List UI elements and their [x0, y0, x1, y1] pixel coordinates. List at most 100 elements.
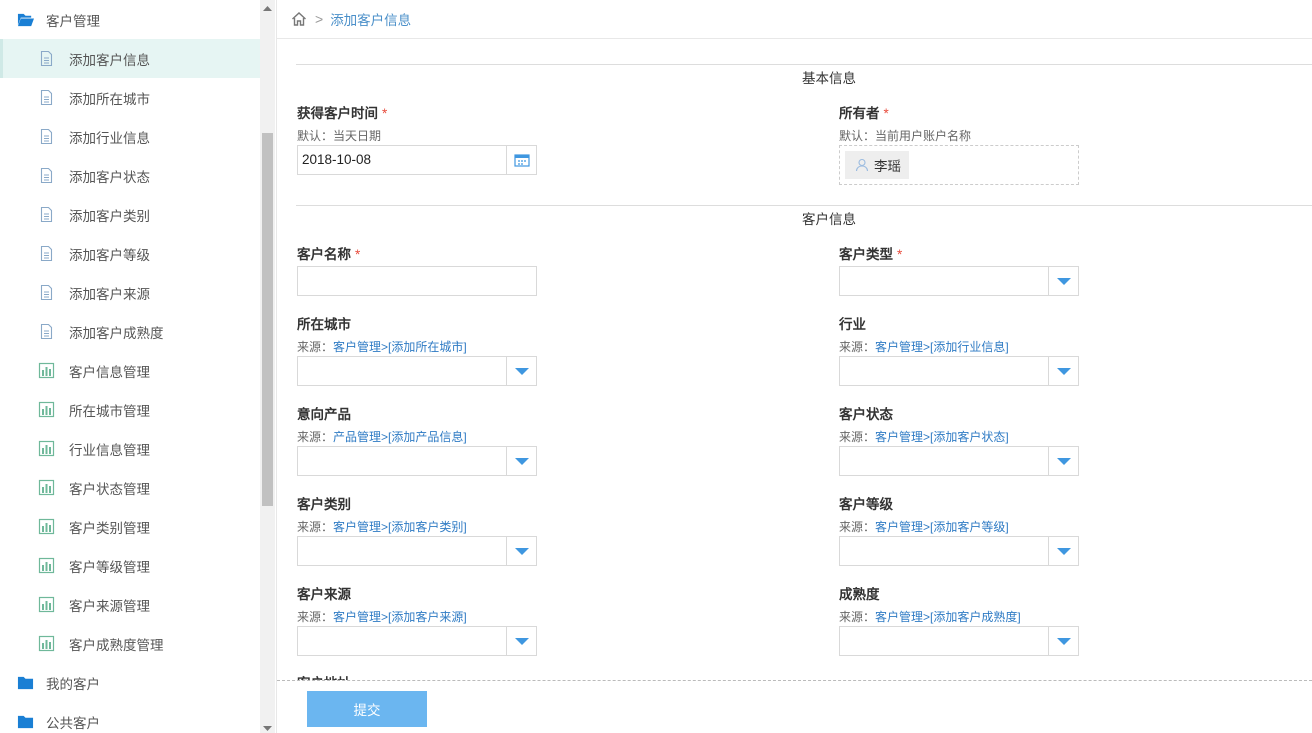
hint-source-link[interactable]: 客户管理>[添加客户成熟度] [875, 610, 1021, 624]
document-icon [40, 206, 53, 223]
folder-open-icon [17, 13, 34, 27]
dropdown-button[interactable] [506, 627, 536, 655]
category-select[interactable] [297, 536, 537, 566]
customer-name-input[interactable] [297, 266, 537, 296]
dropdown-button[interactable] [1048, 357, 1078, 385]
sidebar-item[interactable]: 客户类别管理 [0, 507, 260, 546]
hint-prefix: 来源： [839, 430, 876, 444]
sidebar-item[interactable]: 客户来源管理 [0, 585, 260, 624]
bar-chart-icon [38, 557, 55, 574]
home-icon[interactable] [291, 11, 307, 27]
scroll-down-arrow-icon[interactable] [263, 724, 272, 733]
breadcrumb: > 添加客户信息 [277, 0, 1312, 39]
submit-button[interactable]: 提交 [307, 691, 427, 727]
hint-source-link[interactable]: 客户管理>[添加行业信息] [875, 340, 1009, 354]
maturity-select[interactable] [839, 626, 1079, 656]
bar-chart-icon [38, 362, 55, 379]
intent-product-select[interactable] [297, 446, 537, 476]
dropdown-button[interactable] [506, 357, 536, 385]
sidebar-item[interactable]: 客户信息管理 [0, 351, 260, 390]
maturity-source-hint: 来源：客户管理>[添加客户成熟度] [839, 608, 1021, 625]
level-source-hint: 来源：客户管理>[添加客户等级] [839, 518, 1009, 535]
sidebar-item[interactable]: 添加客户等级 [0, 234, 260, 273]
status-select[interactable] [839, 446, 1079, 476]
status-source-hint: 来源：客户管理>[添加客户状态] [839, 428, 1009, 445]
source-label: 客户来源 [297, 587, 351, 602]
dropdown-button[interactable] [1048, 447, 1078, 475]
hint-source-link[interactable]: 客户管理>[添加客户等级] [875, 520, 1009, 534]
bar-chart-icon [38, 479, 55, 496]
level-select[interactable] [839, 536, 1079, 566]
acquire-time-label: 获得客户时间 * [297, 106, 388, 121]
sidebar-item-label: 添加客户类别 [69, 208, 150, 224]
sidebar-item-label: 添加客户信息 [69, 52, 150, 68]
sidebar-item-label: 所在城市管理 [69, 403, 150, 419]
scroll-up-arrow-icon[interactable] [263, 4, 272, 13]
sidebar-item-label: 客户状态管理 [69, 481, 150, 497]
city-select[interactable] [297, 356, 537, 386]
owner-selector[interactable]: 李瑶 [839, 145, 1079, 185]
document-icon [40, 89, 53, 106]
calendar-button[interactable] [506, 146, 536, 174]
category-label: 客户类别 [297, 497, 351, 512]
city-label: 所在城市 [297, 317, 351, 332]
sidebar-item-label: 添加客户来源 [69, 286, 150, 302]
sidebar-item-label: 客户来源管理 [69, 598, 150, 614]
dropdown-button[interactable] [1048, 627, 1078, 655]
dropdown-button[interactable] [506, 537, 536, 565]
customer-type-select[interactable] [839, 266, 1079, 296]
hint-source-link[interactable]: 产品管理>[添加产品信息] [333, 430, 467, 444]
dropdown-arrow-icon [1056, 367, 1071, 375]
breadcrumb-separator: > [315, 11, 324, 27]
sidebar-group-public-customers[interactable]: 公共客户 [0, 702, 260, 733]
sidebar-item[interactable]: 添加客户状态 [0, 156, 260, 195]
required-mark: * [897, 247, 903, 262]
bar-chart-icon [38, 596, 55, 613]
sidebar-item[interactable]: 添加客户信息 [0, 39, 260, 78]
vertical-divider [276, 0, 277, 733]
sidebar-group-my-customers[interactable]: 我的客户 [0, 663, 260, 702]
document-icon [40, 284, 53, 301]
dropdown-button[interactable] [506, 447, 536, 475]
sidebar: 客户管理 添加客户信息添加所在城市 添加行业信息 添加客户状态添加客户类别 添加客户等… [0, 0, 260, 733]
dropdown-button[interactable] [1048, 537, 1078, 565]
sidebar-item[interactable]: 所在城市管理 [0, 390, 260, 429]
document-icon [40, 128, 53, 145]
document-icon [40, 323, 53, 340]
required-mark: * [382, 106, 388, 121]
customer-type-label: 客户类型 * [839, 247, 903, 262]
sidebar-item[interactable]: 添加客户来源 [0, 273, 260, 312]
hint-source-link[interactable]: 客户管理>[添加客户类别] [333, 520, 467, 534]
sidebar-item[interactable]: 添加行业信息 [0, 117, 260, 156]
category-source-hint: 来源：客户管理>[添加客户类别] [297, 518, 467, 535]
sidebar-item[interactable]: 客户等级管理 [0, 546, 260, 585]
sidebar-item[interactable]: 添加客户类别 [0, 195, 260, 234]
sidebar-item-label: 客户类别管理 [69, 520, 150, 536]
hint-source-link[interactable]: 客户管理>[添加所在城市] [333, 340, 467, 354]
sidebar-group-customer-management[interactable]: 客户管理 [0, 0, 260, 39]
date-value: 2018-10-08 [302, 152, 372, 167]
dropdown-button[interactable] [1048, 267, 1078, 295]
folder-icon [17, 676, 34, 690]
sidebar-item[interactable]: 客户状态管理 [0, 468, 260, 507]
industry-select[interactable] [839, 356, 1079, 386]
source-select[interactable] [297, 626, 537, 656]
hint-prefix: 来源： [297, 520, 334, 534]
sidebar-item[interactable]: 客户成熟度管理 [0, 624, 260, 663]
dropdown-arrow-icon [1056, 547, 1071, 555]
owner-name: 李瑶 [874, 159, 901, 174]
sidebar-item[interactable]: 添加客户成熟度 [0, 312, 260, 351]
acquire-time-date-input[interactable]: 2018-10-08 [297, 145, 537, 175]
sidebar-item[interactable]: 添加所在城市 [0, 78, 260, 117]
document-icon [40, 50, 53, 67]
sidebar-item-label: 添加客户等级 [69, 247, 150, 263]
hint-source-link[interactable]: 客户管理>[添加客户来源] [333, 610, 467, 624]
dropdown-arrow-icon [514, 637, 529, 645]
hint-prefix: 来源： [297, 610, 334, 624]
hint-source-link[interactable]: 客户管理>[添加客户状态] [875, 430, 1009, 444]
sidebar-item[interactable]: 行业信息管理 [0, 429, 260, 468]
hint-prefix: 来源： [839, 520, 876, 534]
breadcrumb-current[interactable]: 添加客户信息 [330, 9, 411, 29]
owner-tag[interactable]: 李瑶 [845, 151, 909, 179]
scrollbar-thumb[interactable] [262, 133, 273, 506]
